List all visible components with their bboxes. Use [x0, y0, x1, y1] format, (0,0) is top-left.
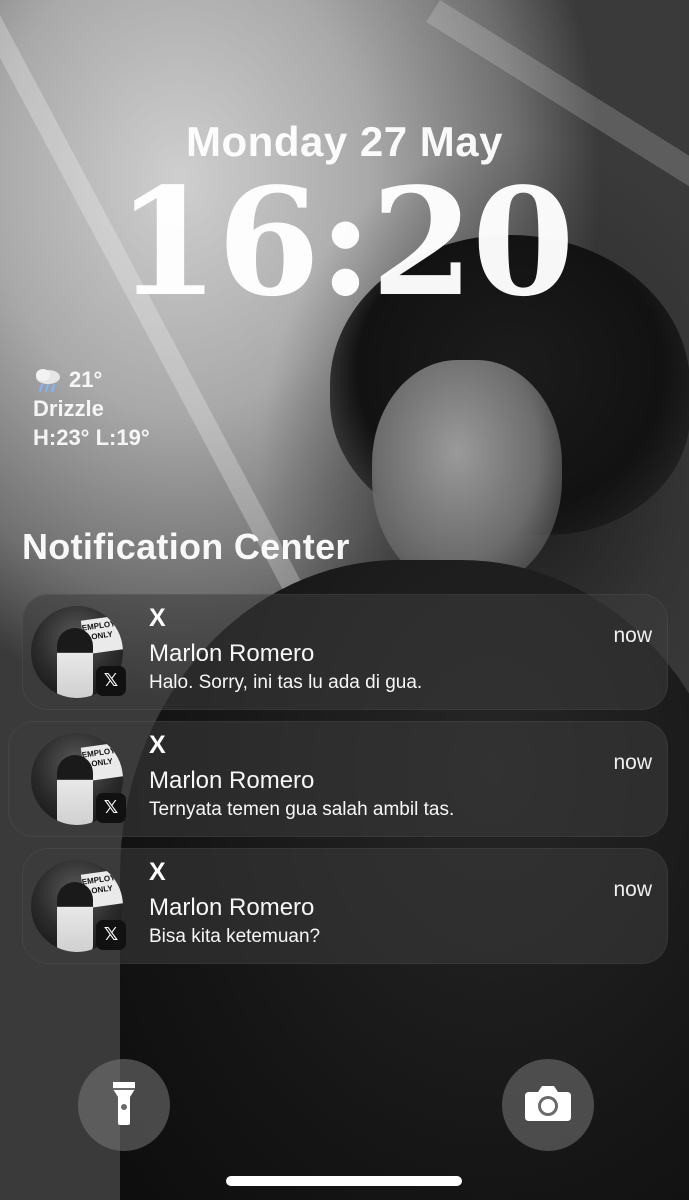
notification-message: Halo. Sorry, ini tas lu ada di gua. [149, 672, 423, 693]
notification-app-name: X [149, 731, 166, 759]
notification-sender: Marlon Romero [149, 640, 315, 667]
weather-temperature: 21° [69, 367, 103, 392]
notification-time: now [613, 624, 652, 647]
notification-card[interactable]: EMPLOYEES ONLY 𝕏 X Marlon Romero Halo. S… [22, 594, 668, 710]
camera-button[interactable] [502, 1059, 594, 1151]
notification-card[interactable]: EMPLOYEES ONLY 𝕏 X Marlon Romero Ternyat… [8, 721, 668, 837]
weather-widget[interactable]: 21° Drizzle H:23° L:19° [33, 365, 150, 452]
avatar-person [57, 628, 93, 698]
notification-time: now [613, 751, 652, 774]
camera-icon [523, 1084, 573, 1127]
weather-high-low: H:23° L:19° [33, 425, 150, 450]
x-app-icon: 𝕏 [96, 920, 126, 950]
home-indicator[interactable] [226, 1176, 462, 1186]
flashlight-button[interactable] [78, 1059, 170, 1151]
avatar-person [57, 755, 93, 825]
wallpaper-face [372, 360, 562, 590]
notification-message: Bisa kita ketemuan? [149, 926, 321, 947]
notification-card[interactable]: EMPLOYEES ONLY 𝕏 X Marlon Romero Bisa ki… [22, 848, 668, 964]
x-app-icon: 𝕏 [96, 793, 126, 823]
weather-condition: Drizzle [33, 396, 104, 421]
notification-app-name: X [149, 604, 166, 632]
notification-sender: Marlon Romero [149, 894, 315, 921]
notification-sender: Marlon Romero [149, 767, 315, 794]
notification-app-name: X [149, 858, 166, 886]
rain-cloud-icon [33, 367, 63, 393]
notification-time: now [613, 878, 652, 901]
notification-message: Ternyata temen gua salah ambil tas. [149, 799, 455, 820]
avatar-person [57, 882, 93, 952]
lockscreen-time: 16:20 [116, 155, 575, 329]
x-app-icon: 𝕏 [96, 666, 126, 696]
flashlight-icon [109, 1080, 139, 1131]
notification-center-title: Notification Center [22, 526, 350, 567]
